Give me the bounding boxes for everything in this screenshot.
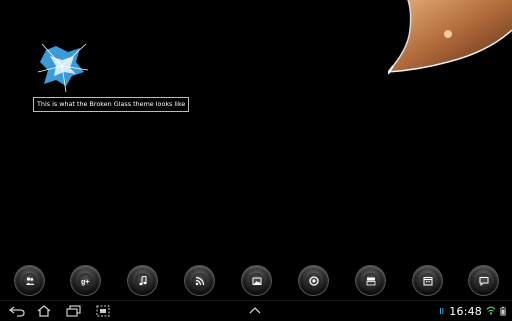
theme-tooltip: This is what the Broken Glass theme look… — [33, 97, 190, 112]
home-icon — [37, 305, 51, 317]
wallpaper-corner-art — [387, 0, 512, 76]
dock-button-people[interactable] — [15, 266, 44, 295]
status-area[interactable]: 16:48 — [439, 303, 506, 319]
dock-button-calendar[interactable] — [413, 266, 442, 295]
screenshot-button[interactable] — [96, 303, 110, 319]
svg-text:g+: g+ — [81, 279, 89, 286]
back-button[interactable] — [8, 303, 26, 319]
screenshot-icon — [96, 305, 110, 317]
battery-icon — [500, 306, 506, 316]
dock-button-google-plus[interactable]: g+ — [71, 266, 100, 295]
dock-button-music[interactable] — [128, 266, 157, 295]
app-dock: g+ — [0, 262, 512, 300]
back-arrow-icon — [8, 306, 25, 317]
usb-debug-icon — [440, 308, 444, 314]
clock: 16:48 — [449, 304, 482, 318]
system-navigation-bar: 16:48 — [0, 300, 512, 321]
photo-gallery-icon — [252, 277, 261, 285]
app-drawer-handle[interactable] — [248, 303, 262, 319]
calendar-icon — [423, 276, 432, 285]
home-button[interactable] — [36, 303, 52, 319]
broken-glass-icon[interactable] — [36, 42, 90, 93]
recent-apps-icon — [66, 305, 81, 317]
rss-icon — [195, 276, 204, 285]
chrome-icon — [308, 275, 319, 286]
wifi-icon — [486, 306, 496, 315]
dock-button-youtube[interactable] — [356, 266, 385, 295]
dock-button-messaging[interactable] — [469, 266, 498, 295]
youtube-icon — [366, 277, 375, 285]
google-plus-icon: g+ — [81, 279, 89, 286]
chevron-up-icon — [249, 307, 261, 314]
recent-apps-button[interactable] — [66, 303, 82, 319]
message-icon — [479, 276, 488, 286]
music-note-icon — [138, 275, 147, 285]
dock-button-gallery[interactable] — [242, 266, 271, 295]
dock-button-rss[interactable] — [185, 266, 214, 295]
people-icon — [25, 276, 34, 285]
dock-button-chrome[interactable] — [299, 266, 328, 295]
